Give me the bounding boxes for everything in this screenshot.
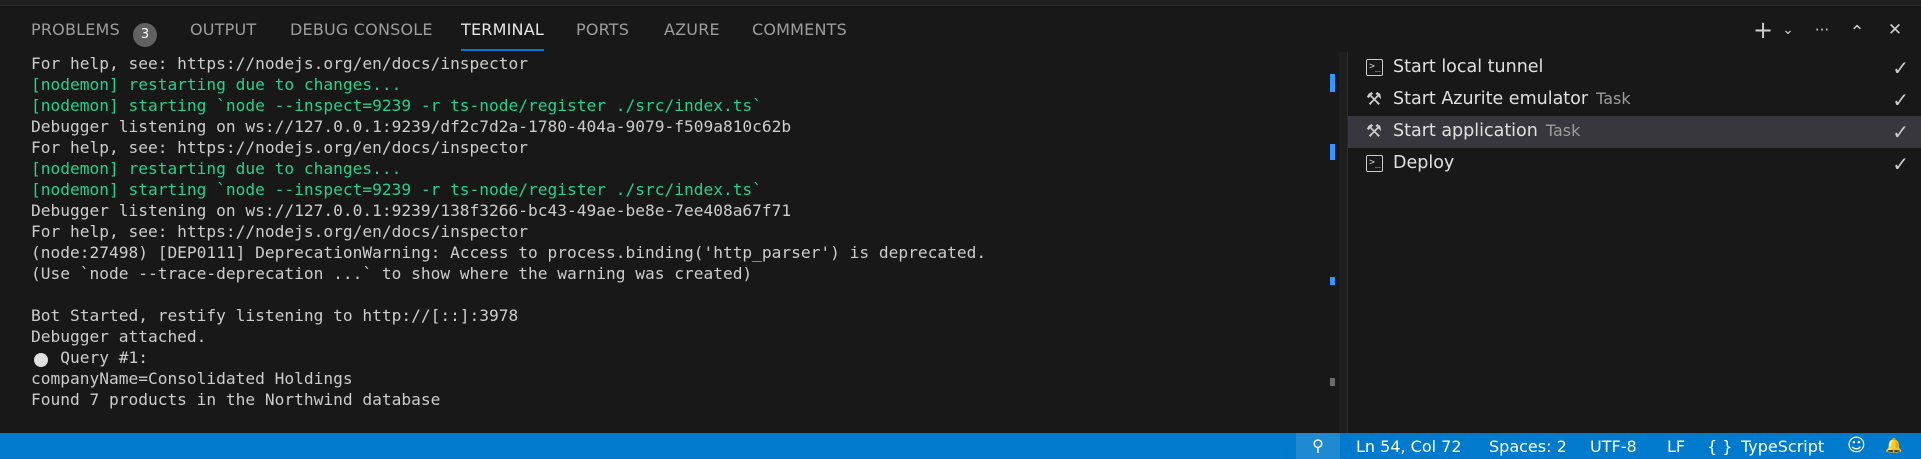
indentation-setting[interactable]: Spaces: 2	[1489, 437, 1567, 456]
scrollbar-marker	[1330, 74, 1335, 92]
terminal-cursor-icon	[34, 353, 48, 367]
terminal-line: companyName=Consolidated Holdings	[31, 369, 353, 388]
tab-ports[interactable]: PORTS	[576, 20, 629, 39]
tab-output[interactable]: OUTPUT	[190, 20, 256, 39]
task-label: Deploy	[1393, 153, 1455, 173]
terminal-line: [nodemon] restarting due to changes...	[31, 75, 402, 94]
terminal-icon: >_	[1366, 155, 1383, 172]
active-tab-indicator	[461, 49, 544, 51]
zoom-icon[interactable]: ⚲	[1296, 433, 1340, 459]
check-icon: ✓	[1892, 88, 1909, 112]
terminal-line: Debugger listening on ws://127.0.0.1:923…	[31, 201, 792, 220]
terminal-icon: >_	[1366, 59, 1383, 76]
scrollbar-marker	[1330, 144, 1335, 160]
terminal-line: Found 7 products in the Northwind databa…	[31, 390, 441, 409]
terminal-line: Bot Started, restify listening to http:/…	[31, 306, 519, 325]
scrollbar-marker	[1330, 277, 1335, 285]
tab-debug-console[interactable]: DEBUG CONSOLE	[290, 20, 433, 39]
terminal-line: [nodemon] restarting due to changes...	[31, 159, 402, 178]
cursor-position[interactable]: Ln 54, Col 72	[1356, 437, 1462, 456]
notifications-bell-icon[interactable]: 🔔	[1885, 438, 1902, 454]
encoding-setting[interactable]: UTF-8	[1590, 437, 1637, 456]
terminal-line: For help, see: https://nodejs.org/en/doc…	[31, 54, 529, 73]
terminal-tabs-list: >_ Start local tunnel ✓ ⚒ Start Azurite …	[1347, 52, 1921, 433]
task-label: Start Azurite emulator Task	[1393, 89, 1631, 109]
tab-terminal[interactable]: TERMINAL	[461, 20, 544, 39]
terminal-line: (node:27498) [DEP0111] DeprecationWarnin…	[31, 243, 987, 262]
scrollbar-marker	[1330, 378, 1335, 386]
language-mode[interactable]: TypeScript	[1741, 437, 1824, 456]
terminal-line: [nodemon] starting `node --inspect=9239 …	[31, 96, 762, 115]
terminal-line: Query #1:	[31, 348, 148, 367]
tools-icon: ⚒	[1365, 89, 1383, 110]
tab-azure[interactable]: AZURE	[664, 20, 720, 39]
panel-tab-bar: PROBLEMS 3 OUTPUT DEBUG CONSOLE TERMINAL…	[0, 6, 1921, 52]
eol-setting[interactable]: LF	[1667, 437, 1685, 456]
terminal-line: For help, see: https://nodejs.org/en/doc…	[31, 222, 529, 241]
check-icon: ✓	[1892, 56, 1909, 80]
terminal-scrollbar[interactable]	[1325, 52, 1339, 433]
copilot-icon[interactable]: ☺	[1847, 435, 1866, 456]
terminal-dropdown-icon[interactable]: ⌄	[1776, 20, 1800, 40]
terminal-output[interactable]: For help, see: https://nodejs.org/en/doc…	[0, 52, 1325, 433]
terminal-line: (Use `node --trace-deprecation ...` to s…	[31, 264, 753, 283]
close-panel-icon[interactable]: ✕	[1883, 20, 1907, 40]
terminal-tab-start-application[interactable]: ⚒ Start application Task ✓	[1348, 116, 1921, 148]
terminal-tab-start-azurite-emulator[interactable]: ⚒ Start Azurite emulator Task ✓	[1348, 84, 1921, 116]
more-actions-icon[interactable]: ···	[1810, 20, 1834, 40]
language-braces-icon: { }	[1707, 437, 1733, 456]
maximize-panel-icon[interactable]: ⌃	[1845, 23, 1869, 43]
terminal-line: For help, see: https://nodejs.org/en/doc…	[31, 138, 529, 157]
terminal-line: [nodemon] starting `node --inspect=9239 …	[31, 180, 762, 199]
terminal-line: Debugger listening on ws://127.0.0.1:923…	[31, 117, 792, 136]
status-bar: ⚲ Ln 54, Col 72 Spaces: 2 UTF-8 LF { } T…	[0, 433, 1921, 459]
tab-comments[interactable]: COMMENTS	[752, 20, 847, 39]
problems-count-badge: 3	[133, 23, 157, 47]
terminal-tab-deploy[interactable]: >_ Deploy ✓	[1348, 148, 1921, 180]
terminal-line: Debugger attached.	[31, 327, 207, 346]
terminal-tab-start-local-tunnel[interactable]: >_ Start local tunnel ✓	[1348, 52, 1921, 84]
task-label: Start application Task	[1393, 121, 1581, 141]
check-icon: ✓	[1892, 152, 1909, 176]
tab-problems[interactable]: PROBLEMS	[31, 20, 120, 39]
tools-icon: ⚒	[1365, 121, 1383, 142]
check-icon: ✓	[1892, 120, 1909, 144]
task-label: Start local tunnel	[1393, 57, 1544, 77]
new-terminal-icon[interactable]: +	[1751, 18, 1775, 42]
